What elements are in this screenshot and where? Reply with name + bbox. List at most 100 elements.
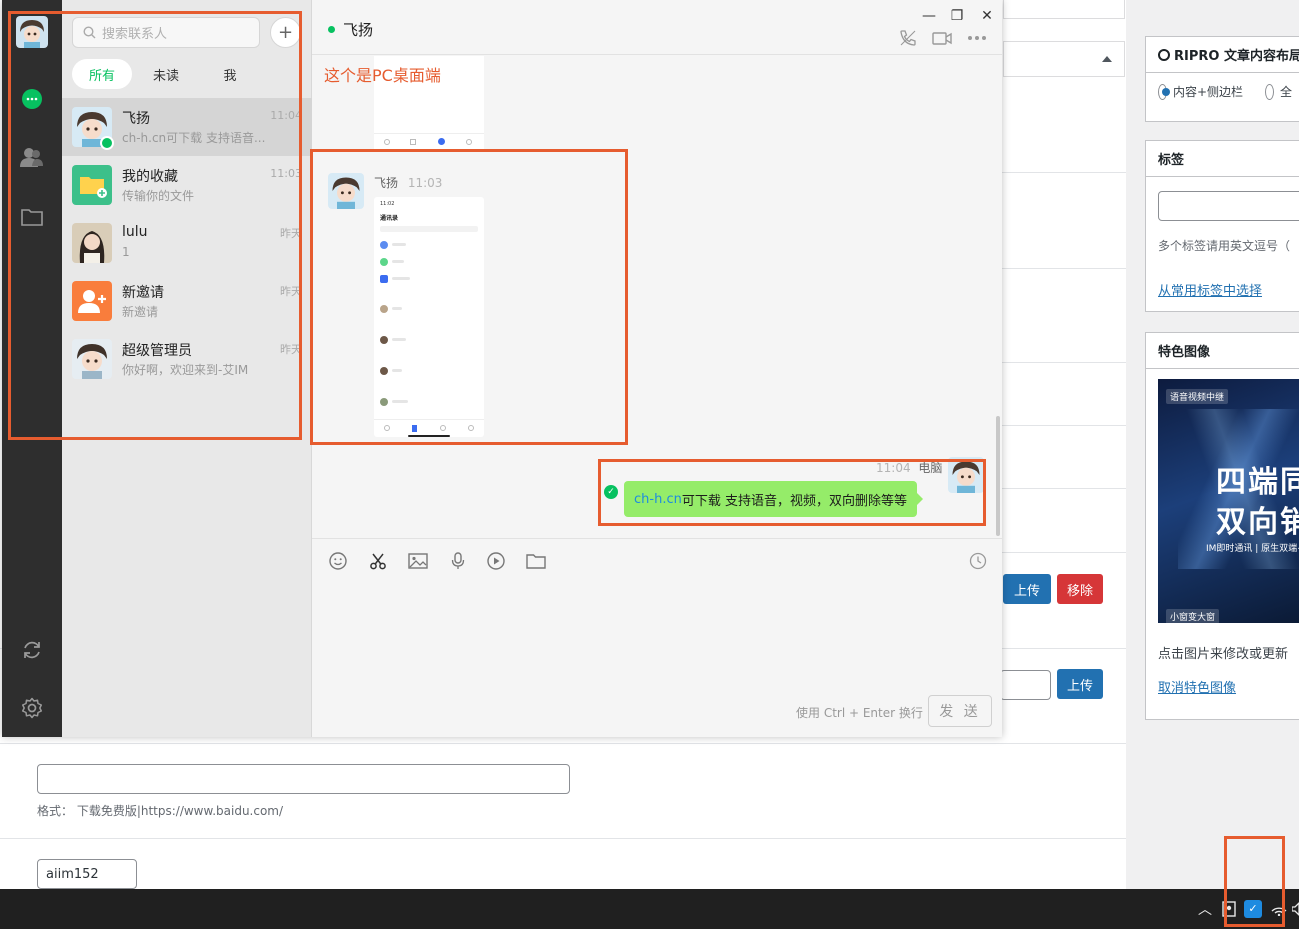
tab-me[interactable]: 我 [200, 59, 260, 89]
featured-image[interactable]: 语音视频中继 四端同 双向销 IM即时通讯 | 原生双端+PC 小窗变大窗 [1158, 379, 1299, 623]
featured-image-metabox: 特色图像 语音视频中继 四端同 双向销 IM即时通讯 | 原生双端+PC 小窗变… [1145, 332, 1299, 720]
chat-tray-icon[interactable]: ✓ [1244, 889, 1262, 929]
maximize-button[interactable]: ❐ [946, 6, 968, 26]
sender-avatar[interactable] [328, 173, 364, 209]
choose-common-tags-link[interactable]: 从常用标签中选择 [1158, 280, 1262, 299]
wp-metabox-toggle[interactable] [1003, 41, 1125, 77]
sent-check-icon: ✓ [604, 485, 618, 499]
layout-box-title: RIPRO 文章内容布局 [1146, 37, 1299, 73]
my-message-avatar[interactable] [948, 457, 984, 493]
phone-row-text [392, 369, 402, 372]
collapse-arrow-icon[interactable] [1102, 56, 1112, 62]
conversation-preview: 传输你的文件 [122, 189, 195, 203]
conversation-preview: ch-h.cn可下载 支持语音... [122, 131, 266, 145]
tab-unread[interactable]: 未读 [136, 59, 196, 89]
message-link[interactable]: ch-h.cn [634, 492, 682, 507]
remove-featured-image-link[interactable]: 取消特色图像 [1158, 677, 1236, 696]
tab-all[interactable]: 所有 [72, 59, 132, 89]
phone-row-text [392, 243, 406, 246]
conversation-preview: 新邀请 [122, 305, 159, 319]
row-divider [0, 838, 1126, 839]
conversation-item-admin[interactable]: 超级管理员 你好啊，欢迎来到-艾IM 昨天 [62, 330, 312, 388]
conversation-preview: 1 [122, 245, 130, 259]
phone-status-time: 11:02 [380, 201, 395, 207]
minimize-button[interactable]: — [918, 6, 940, 26]
contacts-nav-icon[interactable] [18, 143, 46, 171]
layout-radio-full[interactable] [1265, 83, 1274, 100]
phone-row-text [392, 400, 408, 403]
upload-button[interactable]: 上传 [1003, 574, 1051, 604]
received-time: 11:03 [407, 176, 443, 190]
image-icon[interactable] [408, 551, 428, 571]
phone-tab-bar [374, 419, 484, 437]
row-divider [1000, 552, 1126, 553]
mic-icon[interactable] [448, 551, 468, 571]
chat-nav-icon[interactable] [18, 85, 46, 113]
phone-row-text [392, 260, 404, 263]
chat-title: 飞扬 [328, 19, 373, 40]
phone-row-icon [380, 241, 388, 249]
layout-metabox: RIPRO 文章内容布局 内容+侧边栏 全 [1145, 36, 1299, 122]
remove-button[interactable]: 移除 [1057, 574, 1103, 604]
folder-icon[interactable] [526, 551, 546, 571]
conversation-list-panel: 搜索联系人 + 所有 未读 我 飞扬 ch-h.cn可下载 支持语音... 11… [62, 0, 312, 737]
row-divider [1000, 488, 1126, 489]
tags-input[interactable] [1158, 191, 1299, 221]
conversation-item-feiyang[interactable]: 飞扬 ch-h.cn可下载 支持语音... 11:04 [62, 98, 312, 156]
tags-metabox: 标签 多个标签请用英文逗号（ 从常用标签中选择 [1145, 140, 1299, 312]
folder-nav-icon[interactable] [18, 203, 46, 231]
message-input[interactable] [312, 583, 1002, 683]
wifi-icon[interactable] [1271, 889, 1287, 929]
play-icon[interactable] [486, 551, 506, 571]
scissors-icon[interactable] [368, 551, 388, 571]
tray-app-icon[interactable] [1222, 889, 1236, 929]
upload-button-2[interactable]: 上传 [1057, 669, 1103, 699]
volume-icon[interactable] [1292, 889, 1299, 929]
add-contact-button[interactable]: + [270, 17, 301, 48]
phone-icon[interactable] [898, 28, 918, 48]
conversation-time: 11:03 [270, 167, 302, 180]
emoji-icon[interactable] [328, 551, 348, 571]
sender-name: 飞扬 [374, 176, 399, 190]
more-icon[interactable] [967, 28, 987, 48]
phone-contact-avatar [380, 398, 388, 406]
featured-box-title: 特色图像 [1146, 333, 1299, 369]
chat-title-text: 飞扬 [343, 21, 374, 39]
show-hidden-icons[interactable]: ︿ [1198, 889, 1212, 929]
message-text: 可下载 支持语音，视频，双向删除等等 [681, 493, 907, 509]
image-headline-1: 四端同 [1216, 465, 1299, 500]
nav-rail [2, 0, 62, 737]
layout-radio-content-sidebar[interactable] [1158, 83, 1170, 100]
sync-icon[interactable] [18, 636, 46, 664]
download-link-field[interactable] [37, 764, 570, 794]
message-scrollbar[interactable] [996, 416, 1000, 536]
image-tag-top: 语音视频中继 [1166, 389, 1229, 404]
conversation-item-favorites[interactable]: 我的收藏 传输你的文件 11:03 [62, 156, 312, 214]
video-icon[interactable] [932, 28, 952, 48]
sent-time: 11:04 [876, 461, 911, 475]
send-button[interactable]: 发 送 [928, 695, 992, 727]
online-status-badge [100, 136, 114, 150]
search-icon [83, 26, 96, 39]
history-icon[interactable] [968, 551, 988, 571]
settings-gear-icon[interactable] [18, 694, 46, 722]
phone-row-text [392, 338, 406, 341]
phone-search-bar [380, 226, 478, 232]
chat-header: 飞扬 — ❐ ✕ [312, 0, 1002, 55]
input-toolbar [312, 538, 1002, 582]
image-message-phone-screenshot[interactable]: 11:02 通讯录 [374, 197, 484, 437]
conversation-name: 飞扬 [122, 111, 150, 127]
avatar [72, 223, 112, 263]
search-input[interactable]: 搜索联系人 [72, 17, 260, 48]
url-field[interactable] [1000, 670, 1051, 700]
close-button[interactable]: ✕ [976, 6, 998, 26]
sent-message-bubble[interactable]: ch-h.cn 可下载 支持语音，视频，双向删除等等 [624, 481, 923, 517]
conversation-item-lulu[interactable]: lulu 1 昨天 [62, 214, 312, 272]
conversation-preview: 你好啊，欢迎来到-艾IM [122, 363, 249, 377]
conversation-item-new-invite[interactable]: 新邀请 新邀请 昨天 [62, 272, 312, 330]
avatar [72, 339, 112, 379]
value-field[interactable]: aiim152 [37, 859, 137, 889]
my-avatar[interactable] [16, 16, 48, 48]
row-divider [1000, 268, 1126, 269]
image-headline-2: 双向销 [1216, 505, 1299, 540]
